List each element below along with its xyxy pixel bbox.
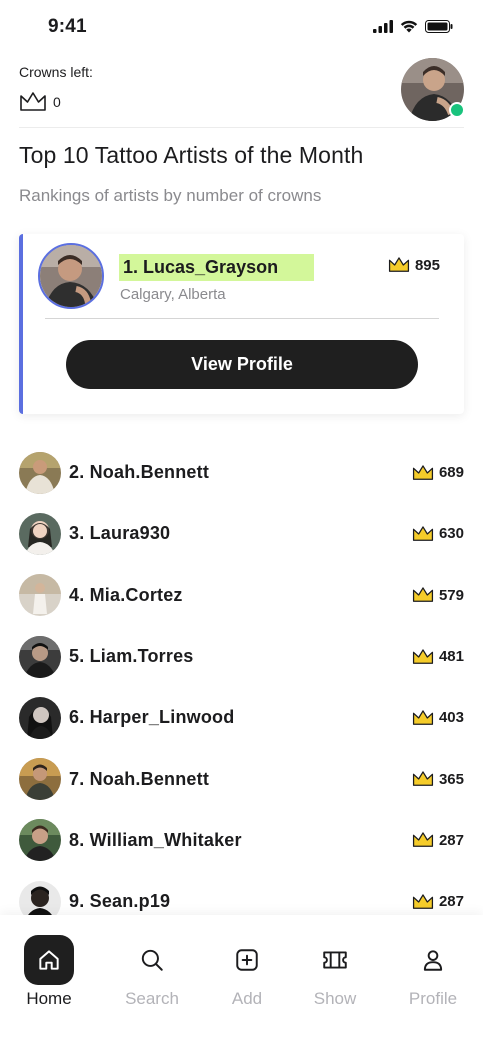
crown-outline-icon (20, 92, 46, 111)
artist-name: 9. Sean.p19 (69, 891, 171, 912)
status-icons (373, 20, 453, 33)
nav-profile-label: Profile (408, 989, 458, 1008)
top-artist-avatar-image (40, 245, 102, 307)
crowns-left-value: 0 (53, 94, 61, 110)
artist-avatar (19, 819, 61, 862)
artist-avatar (19, 451, 61, 494)
top-artist-name-highlight: 1. Lucas_Grayson (119, 254, 315, 281)
online-status-dot (449, 102, 465, 118)
nav-show[interactable]: Show (290, 935, 380, 1009)
nav-home-label: Home (26, 989, 72, 1008)
crowns-left-label: Crowns left: (19, 64, 93, 80)
list-item[interactable]: 4. Mia.Cortez 579 (19, 565, 464, 626)
top-artist-crown-count: 895 (414, 256, 440, 274)
home-icon (24, 935, 74, 985)
artist-crown-count: 287 (438, 893, 464, 911)
crown-icon (388, 257, 410, 272)
artist-name: 5. Liam.Torres (69, 646, 194, 667)
nav-search[interactable]: Search (107, 935, 197, 1009)
artist-crown-count: 403 (438, 709, 464, 727)
crown-icon (412, 587, 434, 603)
artist-crown-count: 365 (438, 770, 464, 788)
artist-name: 2. Noah.Bennett (69, 462, 210, 483)
ticket-icon (310, 935, 360, 985)
list-item[interactable]: 5. Liam.Torres 481 (19, 626, 464, 687)
status-bar: 9:41 (0, 0, 483, 54)
artist-crowns: 403 (412, 709, 464, 727)
page-subtitle: Rankings of artists by number of crowns (19, 186, 322, 205)
ranking-list: 2. Noah.Bennett 689 3. Laura930 630 4. M… (19, 442, 464, 932)
artist-crowns: 579 (412, 586, 464, 604)
artist-crown-count: 630 (438, 525, 464, 543)
artist-name: 6. Harper_Linwood (69, 707, 235, 728)
person-icon (408, 935, 458, 985)
bottom-nav: Home Search Add Show Profile (0, 915, 483, 1050)
card-divider (45, 318, 439, 319)
status-time: 9:41 (48, 16, 87, 37)
list-item[interactable]: 3. Laura930 630 (19, 503, 464, 564)
list-item[interactable]: 7. Noah.Bennett 365 (19, 748, 464, 809)
artist-crown-count: 481 (438, 648, 464, 666)
crown-icon (412, 771, 434, 787)
crown-icon (412, 832, 434, 848)
top-artist-name[interactable]: 1. Lucas_Grayson (123, 257, 278, 277)
artist-crowns: 287 (412, 893, 464, 911)
crowns-left-counter: 0 (19, 91, 61, 113)
artist-avatar (19, 512, 61, 555)
header-row: Crowns left: 0 (19, 58, 465, 124)
nav-add-label: Add (231, 989, 263, 1008)
nav-show-label: Show (313, 989, 357, 1008)
artist-name: 7. Noah.Bennett (69, 768, 210, 789)
artist-avatar (19, 758, 61, 801)
crown-icon (412, 464, 434, 480)
artist-crowns: 481 (412, 648, 464, 666)
list-item[interactable]: 2. Noah.Bennett 689 (19, 442, 464, 503)
artist-avatar (19, 635, 61, 678)
artist-crowns: 630 (412, 525, 464, 543)
page-title: Top 10 Tattoo Artists of the Month (19, 142, 364, 168)
artist-crown-count: 689 (438, 464, 464, 482)
artist-crowns: 287 (412, 831, 464, 849)
artist-avatar (19, 696, 61, 739)
top-artist-crowns: 895 (388, 256, 440, 274)
search-icon (127, 935, 177, 985)
wifi-icon (400, 20, 418, 33)
nav-add[interactable]: Add (202, 935, 292, 1009)
top-artist-card: 1. Lucas_Grayson Calgary, Alberta 895 Vi… (19, 234, 464, 414)
view-profile-button[interactable]: View Profile (66, 340, 418, 389)
signal-icon (373, 20, 393, 33)
list-item[interactable]: 8. William_Whitaker 287 (19, 810, 464, 871)
artist-crowns: 365 (412, 770, 464, 788)
artist-crown-count: 287 (438, 831, 464, 849)
artist-name: 8. William_Whitaker (69, 829, 242, 850)
header-divider (19, 127, 464, 128)
artist-avatar (19, 574, 61, 617)
battery-icon (425, 20, 453, 33)
crown-icon (412, 894, 434, 909)
nav-home[interactable]: Home (4, 935, 94, 1009)
artist-crowns: 689 (412, 464, 464, 482)
nav-search-label: Search (125, 989, 179, 1008)
add-icon (222, 935, 272, 985)
list-item[interactable]: 6. Harper_Linwood 403 (19, 687, 464, 748)
artist-name: 4. Mia.Cortez (69, 584, 183, 605)
crown-icon (412, 648, 434, 664)
top-artist-avatar[interactable] (38, 243, 104, 309)
top-artist-location: Calgary, Alberta (120, 286, 226, 303)
crown-icon (412, 710, 434, 725)
artist-crown-count: 579 (438, 586, 464, 604)
artist-name: 3. Laura930 (69, 523, 171, 544)
user-avatar[interactable] (401, 58, 465, 121)
nav-profile[interactable]: Profile (388, 935, 478, 1009)
crown-icon (412, 526, 434, 541)
